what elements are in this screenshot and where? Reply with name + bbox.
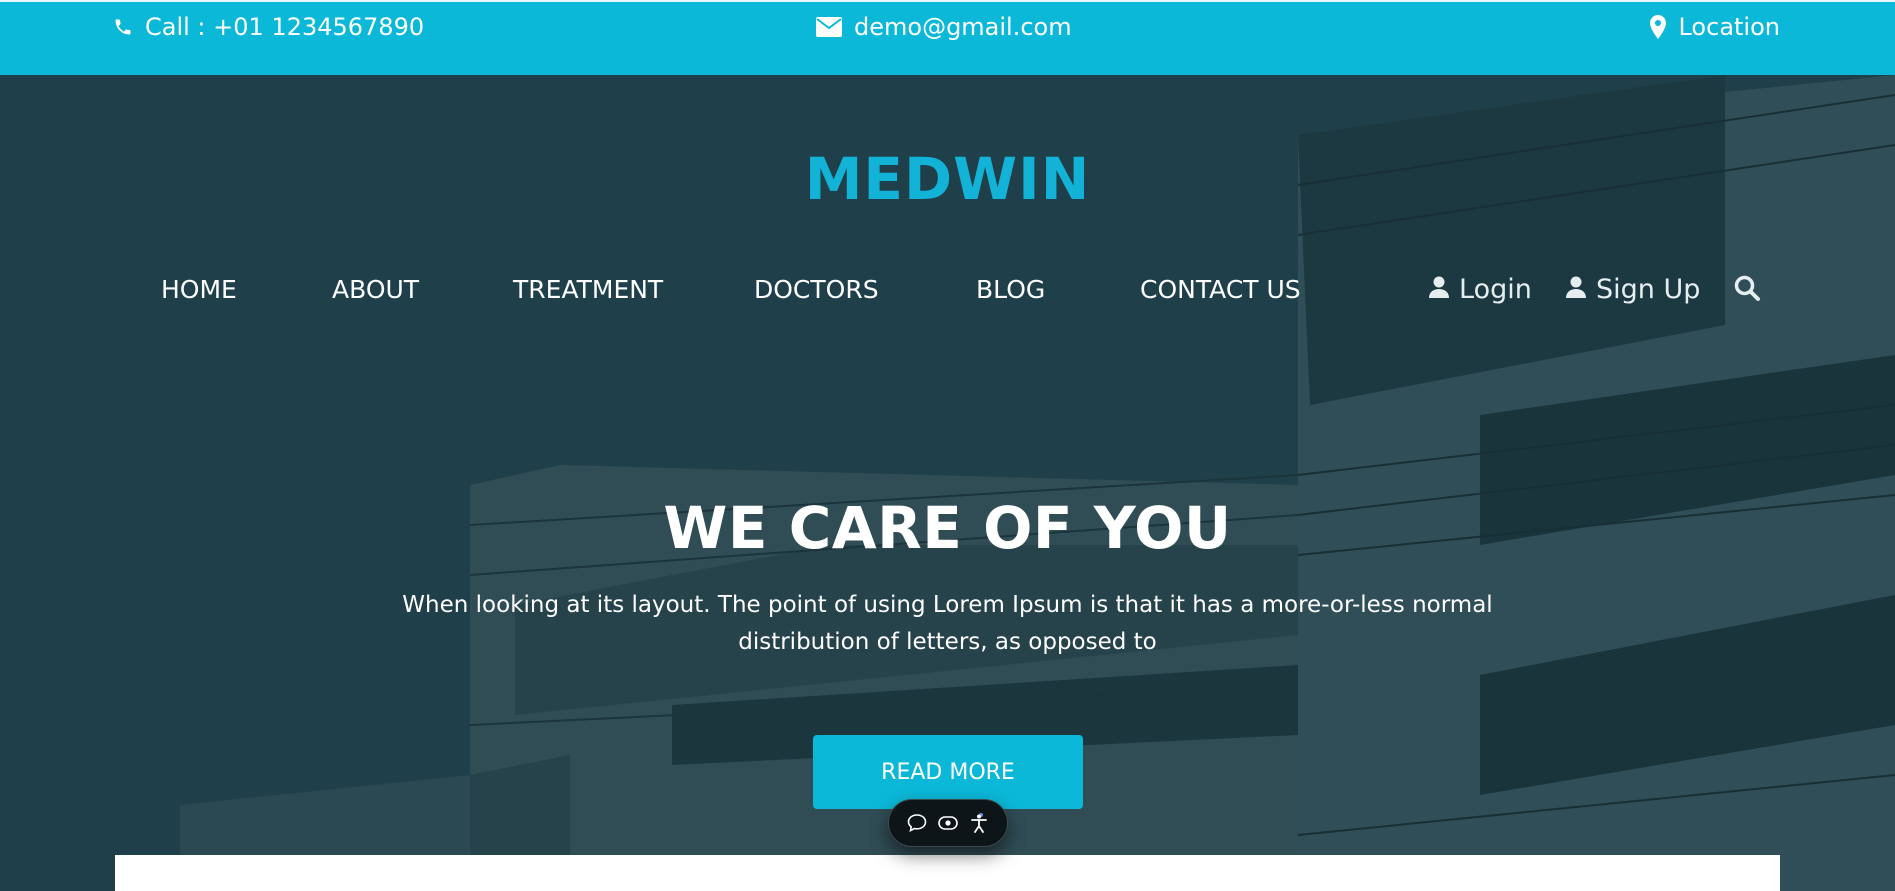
map-marker-icon: [1650, 15, 1667, 39]
user-icon: [1429, 270, 1449, 310]
content-panel: [115, 855, 1780, 891]
floating-toolbar: [888, 799, 1008, 847]
signup-label: Sign Up: [1596, 274, 1701, 305]
login-label: Login: [1459, 274, 1532, 305]
hero-title: WE CARE OF YOU: [663, 494, 1232, 562]
location-info[interactable]: Location: [1650, 12, 1780, 42]
eye-icon[interactable]: [935, 810, 961, 836]
nav-item-contact-us[interactable]: CONTACT US: [1140, 270, 1301, 310]
email-info[interactable]: demo@gmail.com: [816, 12, 1072, 42]
accessibility-icon[interactable]: [966, 810, 992, 836]
nav-item-treatment[interactable]: TREATMENT: [513, 270, 663, 310]
signup-link[interactable]: Sign Up: [1566, 270, 1700, 310]
call-info[interactable]: Call : +01 1234567890: [113, 12, 424, 42]
brand-logo[interactable]: MEDWIN: [0, 145, 1895, 213]
search-icon: [1733, 274, 1761, 314]
hero-description: When looking at its layout. The point of…: [402, 592, 1493, 655]
email-text: demo@gmail.com: [854, 13, 1072, 41]
search-button[interactable]: [1733, 274, 1761, 314]
chat-icon[interactable]: [904, 810, 930, 836]
main-nav: HOME ABOUT TREATMENT DOCTORS BLOG CONTAC…: [0, 270, 1895, 310]
nav-item-about[interactable]: ABOUT: [332, 270, 419, 310]
nav-item-home[interactable]: HOME: [161, 270, 237, 310]
login-link[interactable]: Login: [1429, 270, 1532, 310]
call-text: Call : +01 1234567890: [145, 13, 425, 41]
location-text: Location: [1678, 13, 1780, 41]
hero-section: MEDWIN HOME ABOUT TREATMENT DOCTORS BLOG…: [0, 75, 1895, 891]
top-contact-bar: Call : +01 1234567890 demo@gmail.com Loc…: [0, 0, 1895, 75]
read-more-button[interactable]: READ MORE: [813, 735, 1083, 809]
user-icon: [1566, 270, 1586, 310]
phone-icon: [113, 17, 133, 37]
nav-item-doctors[interactable]: DOCTORS: [754, 270, 879, 310]
envelope-icon: [816, 17, 842, 37]
nav-item-blog[interactable]: BLOG: [976, 270, 1045, 310]
